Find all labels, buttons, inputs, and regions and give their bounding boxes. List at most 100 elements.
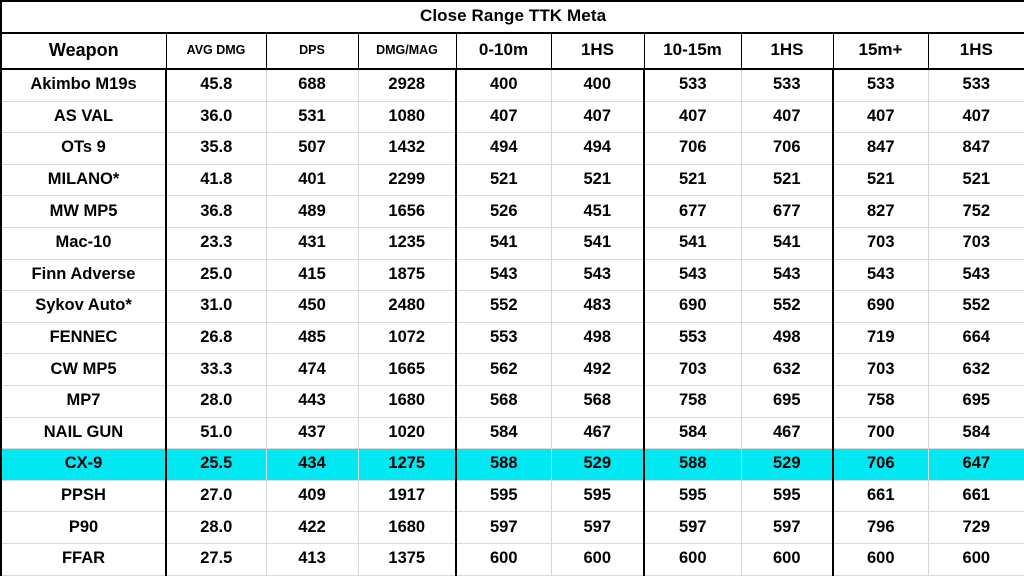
cell-r0-10[interactable]: 584 bbox=[455, 417, 551, 450]
cell-weapon-name[interactable]: FENNEC bbox=[0, 322, 167, 355]
cell-r10-15[interactable]: 584 bbox=[643, 417, 741, 450]
cell-hs1-a[interactable]: 568 bbox=[550, 385, 644, 418]
table-row[interactable]: Sykov Auto* 31.0 450 2480 552 483 690 552 690 552 bbox=[0, 290, 1024, 323]
cell-hs1-b[interactable]: 543 bbox=[740, 259, 833, 292]
cell-avg-dmg[interactable]: 51.0 bbox=[165, 417, 266, 450]
cell-r0-10[interactable]: 543 bbox=[455, 259, 551, 292]
cell-dps[interactable]: 401 bbox=[265, 164, 358, 197]
cell-r0-10[interactable]: 541 bbox=[455, 227, 551, 260]
table-row[interactable]: Akimbo M19s 45.8 688 2928 400 400 533 533 533 533 bbox=[0, 69, 1024, 102]
cell-hs1-a[interactable]: 467 bbox=[550, 417, 644, 450]
cell-hs1-b[interactable]: 467 bbox=[740, 417, 833, 450]
cell-hs1-c[interactable]: 729 bbox=[927, 511, 1024, 544]
cell-dmg-mag[interactable]: 1656 bbox=[357, 195, 456, 228]
cell-dps[interactable]: 507 bbox=[265, 132, 358, 165]
cell-weapon-name[interactable]: FFAR bbox=[0, 543, 167, 576]
table-row[interactable]: PPSH 27.0 409 1917 595 595 595 595 661 661 bbox=[0, 480, 1024, 513]
cell-r15p[interactable]: 533 bbox=[832, 69, 928, 102]
cell-weapon-name[interactable]: AS VAL bbox=[0, 101, 167, 134]
cell-weapon-name[interactable]: CW MP5 bbox=[0, 353, 167, 386]
cell-avg-dmg[interactable]: 35.8 bbox=[165, 132, 266, 165]
cell-r0-10[interactable]: 588 bbox=[455, 448, 551, 481]
cell-dmg-mag[interactable]: 1917 bbox=[357, 480, 456, 513]
cell-dmg-mag[interactable]: 1020 bbox=[357, 417, 456, 450]
column-header-dmg-mag[interactable]: DMG/MAG bbox=[357, 33, 457, 70]
cell-avg-dmg[interactable]: 33.3 bbox=[165, 353, 266, 386]
table-row[interactable]: NAIL GUN 51.0 437 1020 584 467 584 467 700 584 bbox=[0, 417, 1024, 450]
cell-r15p[interactable]: 796 bbox=[832, 511, 928, 544]
cell-r10-15[interactable]: 600 bbox=[643, 543, 741, 576]
cell-r0-10[interactable]: 400 bbox=[455, 69, 551, 102]
cell-r15p[interactable]: 719 bbox=[832, 322, 928, 355]
cell-r0-10[interactable]: 568 bbox=[455, 385, 551, 418]
table-row[interactable]: MW MP5 36.8 489 1656 526 451 677 677 827 752 bbox=[0, 195, 1024, 228]
table-row[interactable]: P90 28.0 422 1680 597 597 597 597 796 729 bbox=[0, 511, 1024, 544]
cell-hs1-b[interactable]: 632 bbox=[740, 353, 833, 386]
cell-r15p[interactable]: 706 bbox=[832, 448, 928, 481]
cell-hs1-a[interactable]: 529 bbox=[550, 448, 644, 481]
cell-r15p[interactable]: 407 bbox=[832, 101, 928, 134]
cell-dps[interactable]: 422 bbox=[265, 511, 358, 544]
cell-dps[interactable]: 485 bbox=[265, 322, 358, 355]
cell-r0-10[interactable]: 595 bbox=[455, 480, 551, 513]
cell-r0-10[interactable]: 407 bbox=[455, 101, 551, 134]
column-header-hs1-c[interactable]: 1HS bbox=[927, 33, 1024, 70]
cell-hs1-a[interactable]: 597 bbox=[550, 511, 644, 544]
table-row[interactable]: MILANO* 41.8 401 2299 521 521 521 521 521 521 bbox=[0, 164, 1024, 197]
column-header-dps[interactable]: DPS bbox=[265, 33, 359, 70]
column-header-hs1-b[interactable]: 1HS bbox=[740, 33, 834, 70]
cell-dmg-mag[interactable]: 1432 bbox=[357, 132, 456, 165]
table-row[interactable]: AS VAL 36.0 531 1080 407 407 407 407 407 407 bbox=[0, 101, 1024, 134]
cell-hs1-c[interactable]: 752 bbox=[927, 195, 1024, 228]
cell-hs1-c[interactable]: 600 bbox=[927, 543, 1024, 576]
cell-hs1-a[interactable]: 543 bbox=[550, 259, 644, 292]
cell-hs1-a[interactable]: 541 bbox=[550, 227, 644, 260]
cell-r10-15[interactable]: 706 bbox=[643, 132, 741, 165]
cell-weapon-name[interactable]: OTs 9 bbox=[0, 132, 167, 165]
cell-avg-dmg[interactable]: 31.0 bbox=[165, 290, 266, 323]
cell-dmg-mag[interactable]: 1680 bbox=[357, 385, 456, 418]
cell-dps[interactable]: 489 bbox=[265, 195, 358, 228]
cell-dps[interactable]: 409 bbox=[265, 480, 358, 513]
cell-dps[interactable]: 531 bbox=[265, 101, 358, 134]
cell-hs1-b[interactable]: 552 bbox=[740, 290, 833, 323]
cell-hs1-a[interactable]: 407 bbox=[550, 101, 644, 134]
cell-hs1-a[interactable]: 451 bbox=[550, 195, 644, 228]
cell-r15p[interactable]: 847 bbox=[832, 132, 928, 165]
cell-hs1-c[interactable]: 664 bbox=[927, 322, 1024, 355]
cell-dps[interactable]: 450 bbox=[265, 290, 358, 323]
cell-r15p[interactable]: 827 bbox=[832, 195, 928, 228]
column-header-r15p[interactable]: 15m+ bbox=[832, 33, 929, 70]
cell-hs1-b[interactable]: 706 bbox=[740, 132, 833, 165]
cell-dps[interactable]: 431 bbox=[265, 227, 358, 260]
cell-r0-10[interactable]: 553 bbox=[455, 322, 551, 355]
cell-r10-15[interactable]: 677 bbox=[643, 195, 741, 228]
cell-r10-15[interactable]: 597 bbox=[643, 511, 741, 544]
cell-weapon-name[interactable]: Mac-10 bbox=[0, 227, 167, 260]
table-row[interactable]: Finn Adverse 25.0 415 1875 543 543 543 543 543 54… bbox=[0, 259, 1024, 292]
cell-hs1-b[interactable]: 597 bbox=[740, 511, 833, 544]
cell-avg-dmg[interactable]: 27.5 bbox=[165, 543, 266, 576]
cell-avg-dmg[interactable]: 28.0 bbox=[165, 511, 266, 544]
cell-dps[interactable]: 415 bbox=[265, 259, 358, 292]
cell-avg-dmg[interactable]: 41.8 bbox=[165, 164, 266, 197]
cell-hs1-b[interactable]: 529 bbox=[740, 448, 833, 481]
cell-dmg-mag[interactable]: 1080 bbox=[357, 101, 456, 134]
cell-avg-dmg[interactable]: 27.0 bbox=[165, 480, 266, 513]
cell-dmg-mag[interactable]: 2299 bbox=[357, 164, 456, 197]
cell-r10-15[interactable]: 553 bbox=[643, 322, 741, 355]
cell-hs1-a[interactable]: 595 bbox=[550, 480, 644, 513]
cell-r15p[interactable]: 521 bbox=[832, 164, 928, 197]
cell-hs1-c[interactable]: 543 bbox=[927, 259, 1024, 292]
cell-dmg-mag[interactable]: 1072 bbox=[357, 322, 456, 355]
cell-dps[interactable]: 443 bbox=[265, 385, 358, 418]
cell-hs1-c[interactable]: 407 bbox=[927, 101, 1024, 134]
cell-hs1-b[interactable]: 677 bbox=[740, 195, 833, 228]
column-header-hs1-a[interactable]: 1HS bbox=[550, 33, 645, 70]
cell-dmg-mag[interactable]: 1680 bbox=[357, 511, 456, 544]
cell-hs1-c[interactable]: 584 bbox=[927, 417, 1024, 450]
cell-dmg-mag[interactable]: 1275 bbox=[357, 448, 456, 481]
cell-weapon-name[interactable]: NAIL GUN bbox=[0, 417, 167, 450]
cell-r10-15[interactable]: 533 bbox=[643, 69, 741, 102]
cell-dps[interactable]: 688 bbox=[265, 69, 358, 102]
